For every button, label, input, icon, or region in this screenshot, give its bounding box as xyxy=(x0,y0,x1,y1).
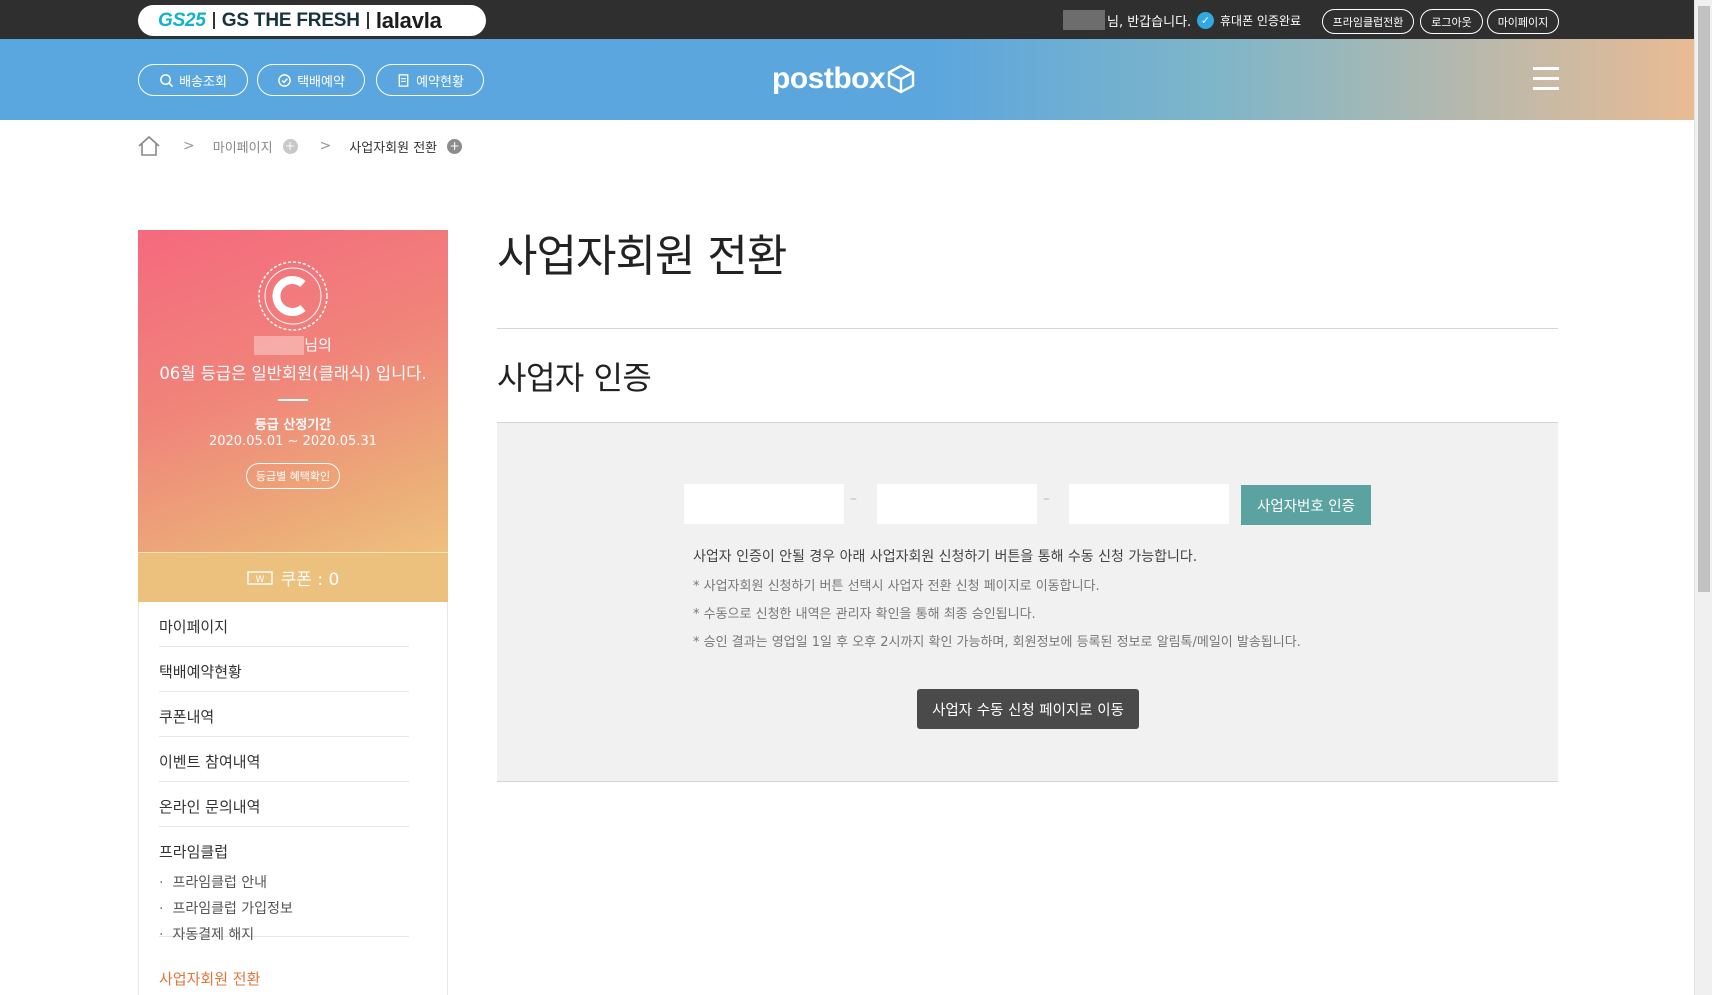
grade-period-title: 등급 산정기간 xyxy=(254,418,332,433)
document-icon xyxy=(398,73,409,87)
member-grade-card: 님의 06월 등급은 일반회원(클래식) 입니다. 등급 산정기간 2020.0… xyxy=(138,230,448,552)
side-menu-coupons[interactable]: 쿠폰내역 xyxy=(159,692,409,737)
business-number-field-1[interactable] xyxy=(684,484,844,524)
nav-status-label: 예약현황 xyxy=(416,74,464,90)
business-number-field-2[interactable] xyxy=(877,484,1037,524)
mypage-button[interactable]: 마이페이지 xyxy=(1487,9,1559,34)
greeting-text: 님, 반갑습니다. xyxy=(1107,14,1192,30)
logout-button[interactable]: 로그아웃 xyxy=(1420,9,1483,34)
manual-application-button[interactable]: 사업자 수동 신청 페이지로 이동 xyxy=(917,689,1139,729)
side-menu-events[interactable]: 이벤트 참여내역 xyxy=(159,737,409,782)
box-logo-icon xyxy=(887,64,915,94)
business-number-verify-button[interactable]: 사업자번호 인증 xyxy=(1241,485,1371,525)
coupon-summary[interactable]: W 쿠폰 : 0 xyxy=(138,552,448,602)
breadcrumb: > 마이페이지 + > 사업자회원 전환 + xyxy=(137,133,463,159)
number-separator: – xyxy=(1043,491,1050,507)
brand-gs25[interactable]: GS25 xyxy=(158,10,206,32)
business-verify-panel: – – 사업자번호 인증 사업자 인증이 안될 경우 아래 사업자회원 신청하기… xyxy=(497,423,1558,782)
verify-guide-text: 사업자 인증이 안될 경우 아래 사업자회원 신청하기 버튼을 통해 수동 신청… xyxy=(693,549,1198,565)
svg-text:W: W xyxy=(255,575,264,585)
phone-verified-label: 휴대폰 인증완료 xyxy=(1220,13,1302,28)
verify-note-2: * 수동으로 신청한 내역은 관리자 확인을 통해 최종 승인됩니다. xyxy=(693,607,1036,622)
grade-benefit-button[interactable]: 등급별 혜택확인 xyxy=(246,463,340,489)
nav-reserve-button[interactable]: 택배예약 xyxy=(257,64,365,96)
greeting: 님, 반갑습니다. xyxy=(1063,10,1191,30)
card-divider xyxy=(278,399,308,401)
clock-icon xyxy=(278,73,291,87)
verify-note-3: * 승인 결과는 영업일 1일 후 오후 2시까지 확인 가능하며, 회원정보에… xyxy=(693,635,1301,650)
chevron-right-icon: > xyxy=(319,138,332,154)
side-submenu-prime-join[interactable]: 프라임클럽 가입정보 xyxy=(159,898,292,918)
logo-text: postbox xyxy=(772,62,886,95)
breadcrumb-mypage[interactable]: 마이페이지 xyxy=(213,137,273,156)
check-icon: ✓ xyxy=(1197,11,1214,29)
brand-bar[interactable]: GS25 GS THE FRESH lalavla xyxy=(138,5,486,36)
plus-icon[interactable]: + xyxy=(282,138,298,154)
side-menu-reservations[interactable]: 택배예약현황 xyxy=(159,647,409,692)
member-name-suffix: 님의 xyxy=(304,336,332,354)
business-number-field-3[interactable] xyxy=(1069,484,1229,524)
coupon-icon: W xyxy=(246,570,273,585)
brand-divider xyxy=(366,12,369,29)
page-scrollbar[interactable] xyxy=(1694,0,1712,995)
nav-reserve-label: 택배예약 xyxy=(297,74,345,90)
member-name-mask xyxy=(254,336,305,355)
grade-period: 2020.05.01 ~ 2020.05.31 xyxy=(208,434,378,449)
plus-icon[interactable]: + xyxy=(447,138,463,154)
side-menu: 마이페이지 택배예약현황 쿠폰내역 이벤트 참여내역 온라인 문의내역 프라임클… xyxy=(138,602,448,995)
side-submenu-autopay-cancel[interactable]: 자동결제 해지 xyxy=(159,924,254,944)
hamburger-icon[interactable] xyxy=(1533,67,1559,91)
brand-divider xyxy=(212,12,215,29)
member-name-line: 님의 xyxy=(138,334,448,355)
member-grade-text: 06월 등급은 일반회원(클래식) 입니다. xyxy=(159,364,427,383)
side-menu-mypage[interactable]: 마이페이지 xyxy=(159,602,409,647)
section-title: 사업자 인증 xyxy=(497,359,652,397)
side-menu-inquiries[interactable]: 온라인 문의내역 xyxy=(159,782,409,827)
side-submenu-prime-info[interactable]: 프라임클럽 안내 xyxy=(159,872,267,892)
phone-verified-status: ✓ 휴대폰 인증완료 xyxy=(1197,10,1301,30)
page-title: 사업자회원 전환 xyxy=(497,231,787,282)
prime-club-switch-button[interactable]: 프라임클럽전환 xyxy=(1322,9,1414,34)
home-icon[interactable] xyxy=(137,135,161,157)
scrollbar-thumb[interactable] xyxy=(1698,6,1710,592)
chevron-right-icon: > xyxy=(183,138,195,154)
number-separator: – xyxy=(850,491,857,507)
nav-status-button[interactable]: 예약현황 xyxy=(376,64,484,96)
breadcrumb-current[interactable]: 사업자회원 전환 xyxy=(349,137,437,156)
main-header: 배송조회 택배예약 예약현황 postbox xyxy=(0,39,1694,120)
brand-lalavla[interactable]: lalavla xyxy=(376,8,442,34)
verify-note-1: * 사업자회원 신청하기 버튼 선택시 사업자 전환 신청 페이지로 이동합니다… xyxy=(693,579,1100,594)
title-divider xyxy=(497,328,1558,329)
postbox-logo[interactable]: postbox xyxy=(772,61,915,97)
nav-tracking-label: 배송조회 xyxy=(179,74,227,90)
coupon-count: 쿠폰 : 0 xyxy=(280,570,340,590)
classic-badge-icon xyxy=(258,261,328,331)
nav-tracking-button[interactable]: 배송조회 xyxy=(138,64,248,96)
top-bar: GS25 GS THE FRESH lalavla 님, 반갑습니다. ✓ 휴대… xyxy=(0,0,1694,39)
side-menu-business-switch[interactable]: 사업자회원 전환 xyxy=(159,968,260,989)
brand-gs-the-fresh[interactable]: GS THE FRESH xyxy=(222,10,360,32)
search-icon xyxy=(160,73,174,87)
user-name-mask xyxy=(1063,10,1105,30)
